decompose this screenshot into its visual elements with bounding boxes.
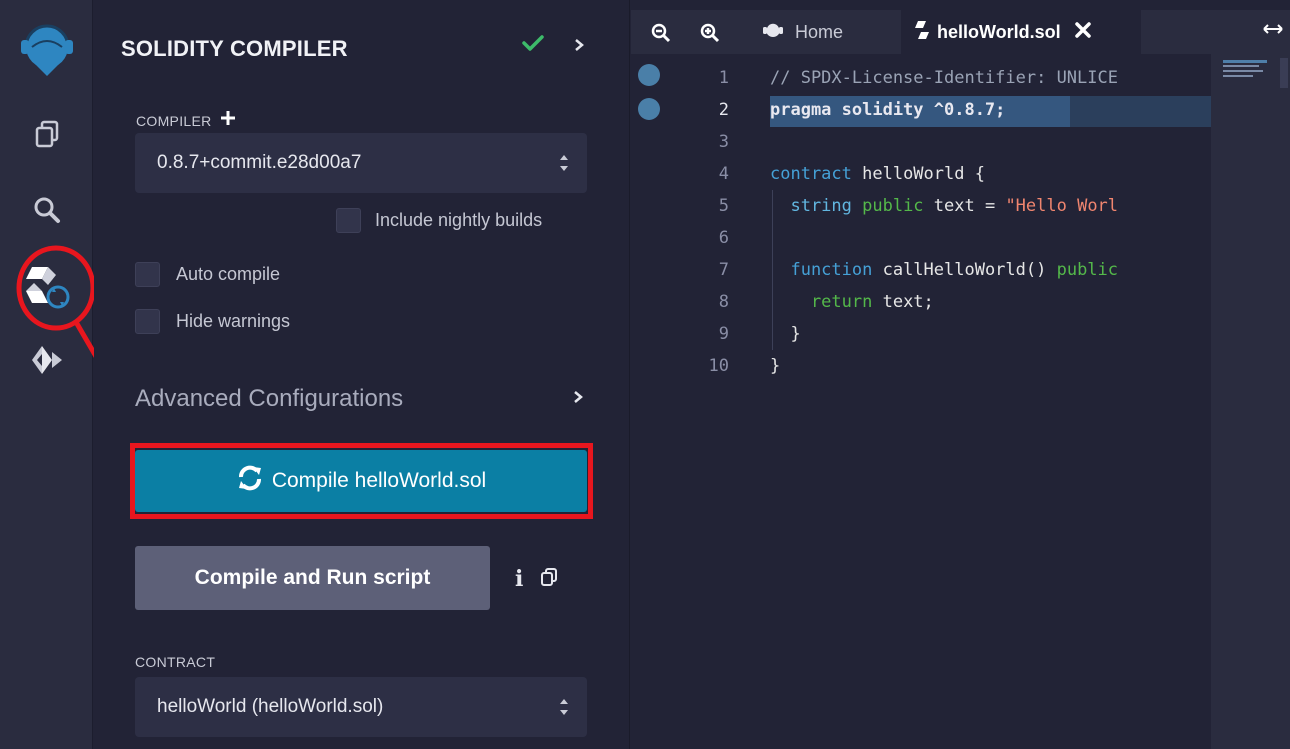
compiler-panel: SOLIDITY COMPILER COMPILER 0.8.7+commit.…: [94, 0, 630, 749]
line-number: 4: [718, 164, 729, 184]
code-token: "Hello Worl: [1005, 196, 1119, 216]
auto-compile-row: Auto compile: [135, 262, 280, 287]
code-line-8[interactable]: return text;: [770, 292, 934, 312]
code-token: text;: [882, 292, 934, 312]
zoom-out-icon[interactable]: [651, 23, 671, 48]
code-line-4[interactable]: contract helloWorld {: [770, 164, 985, 184]
code-token: function: [770, 260, 883, 280]
code-token: contract: [770, 164, 863, 184]
contract-value: helloWorld (helloWorld.sol): [157, 696, 384, 717]
indent-guide: [772, 190, 773, 350]
home-icon: [761, 19, 785, 46]
code-line-2[interactable]: pragma solidity ^0.8.7;: [770, 100, 1005, 120]
select-arrows-icon: [560, 699, 568, 715]
nightly-builds-checkbox[interactable]: [336, 208, 361, 233]
compiler-version-select[interactable]: 0.8.7+commit.e28d00a7: [135, 133, 587, 193]
code-line-10[interactable]: }: [770, 356, 780, 376]
code-line-1[interactable]: // SPDX-License-Identifier: UNLICE: [770, 68, 1118, 88]
compile-and-run-label: Compile and Run script: [194, 566, 431, 589]
chevron-right-icon[interactable]: [574, 38, 584, 57]
line-number: 6: [718, 228, 729, 248]
compile-and-run-button[interactable]: Compile and Run script: [135, 546, 490, 610]
tab-helloworld[interactable]: helloWorld.sol: [901, 10, 1141, 54]
breakpoint-marker[interactable]: [638, 64, 660, 86]
advanced-configurations-toggle[interactable]: Advanced Configurations: [135, 384, 587, 414]
deploy-run-icon[interactable]: [0, 340, 93, 380]
search-icon[interactable]: [0, 190, 93, 230]
code-editor: Home helloWorld.sol 1 2 3 4 5 6 7 8 9 10…: [631, 0, 1290, 749]
icon-rail: [0, 0, 93, 749]
code-token: callHelloWorld(): [882, 260, 1057, 280]
compiler-version-value: 0.8.7+commit.e28d00a7: [157, 152, 362, 173]
contract-select[interactable]: helloWorld (helloWorld.sol): [135, 677, 587, 737]
line-number: 3: [718, 132, 729, 152]
code-line-7[interactable]: function callHelloWorld() public: [770, 260, 1118, 280]
editor-tab-bar: Home helloWorld.sol: [631, 10, 1290, 54]
line-number: 10: [708, 356, 729, 376]
remix-logo-icon[interactable]: [0, 18, 93, 80]
file-explorer-icon[interactable]: [0, 114, 93, 154]
tab-home-label: Home: [795, 21, 844, 42]
hide-warnings-label: Hide warnings: [176, 311, 291, 331]
auto-compile-label: Auto compile: [176, 264, 281, 284]
line-number: 5: [718, 196, 729, 216]
code-token: string: [770, 196, 863, 216]
expand-icon[interactable]: [1263, 22, 1283, 41]
auto-compile-checkbox[interactable]: [135, 262, 160, 287]
minimap-scroll-indicator: [1280, 58, 1288, 88]
hide-warnings-row: Hide warnings: [135, 309, 290, 334]
code-token: return: [770, 292, 883, 312]
advanced-configurations-label: Advanced Configurations: [135, 385, 404, 412]
info-icon[interactable]: i: [515, 566, 523, 592]
solidity-file-icon: [915, 20, 929, 45]
zoom-in-icon[interactable]: [700, 23, 720, 48]
minimap-preview: [1223, 70, 1263, 72]
code-token: public: [862, 196, 934, 216]
close-icon[interactable]: [1074, 21, 1091, 43]
minimap-preview: [1223, 75, 1253, 77]
tab-home[interactable]: Home: [761, 10, 843, 54]
contract-label: CONTRACT: [135, 654, 216, 670]
select-arrows-icon: [560, 155, 568, 171]
code-token: text =: [933, 196, 1006, 216]
chevron-right-icon: [573, 390, 583, 409]
line-number: 9: [718, 324, 729, 344]
minimap-preview: [1223, 65, 1259, 67]
hide-warnings-checkbox[interactable]: [135, 309, 160, 334]
line-number: 7: [718, 260, 729, 280]
code-token: helloWorld {: [862, 164, 985, 184]
tab-file-label: helloWorld.sol: [937, 21, 1061, 42]
check-icon: [522, 34, 544, 57]
code-line-9[interactable]: }: [770, 324, 800, 344]
highlight-box: [130, 443, 593, 519]
line-number: 8: [718, 292, 729, 312]
line-number: 2: [718, 100, 729, 120]
nightly-builds-label: Include nightly builds: [375, 210, 543, 230]
compiler-label-row: COMPILER: [136, 110, 236, 131]
code-line-5[interactable]: string public text = "Hello Worl: [770, 196, 1118, 216]
minimap[interactable]: [1211, 54, 1290, 749]
copy-icon[interactable]: [540, 567, 558, 592]
line-number: 1: [718, 68, 729, 88]
nightly-builds-row: Include nightly builds: [336, 208, 542, 233]
solidity-compiler-icon[interactable]: [0, 258, 93, 314]
plus-icon[interactable]: [220, 110, 236, 131]
minimap-preview: [1223, 60, 1267, 63]
code-token: public: [1056, 260, 1119, 280]
panel-title: SOLIDITY COMPILER: [121, 36, 348, 61]
breakpoint-marker[interactable]: [638, 98, 660, 120]
compiler-label: COMPILER: [136, 112, 212, 129]
